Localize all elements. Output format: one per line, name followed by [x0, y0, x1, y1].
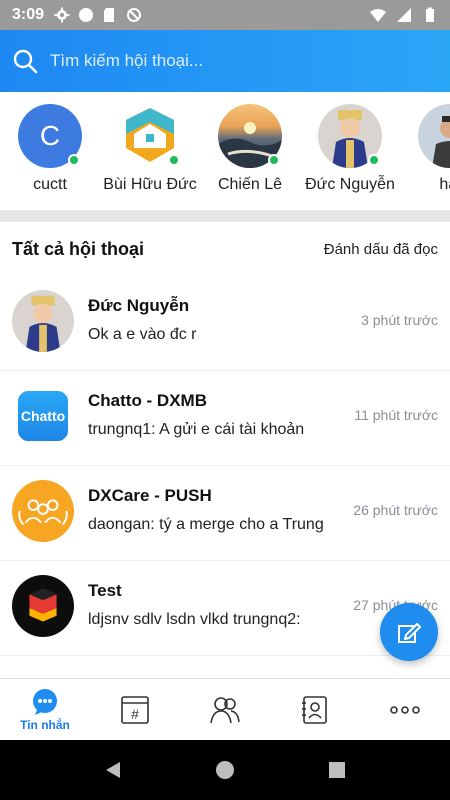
- status-bar: 3:09: [0, 0, 450, 30]
- home-icon[interactable]: [215, 760, 235, 780]
- nav-groups[interactable]: [180, 679, 270, 740]
- pencil-icon: [398, 623, 421, 643]
- group-icon: [210, 696, 240, 723]
- system-nav-bar: [0, 740, 450, 800]
- contact-bui-huu-duc[interactable]: Bùi Hữu Đức: [100, 104, 200, 194]
- conversation-item[interactable]: Đức Nguyễn Ok a e vào đc r 3 phút trước: [0, 276, 450, 371]
- svg-text:#: #: [131, 706, 139, 722]
- online-indicator: [268, 154, 280, 166]
- contact-chien-le[interactable]: Chiến Lê: [200, 104, 300, 194]
- mark-all-read-button[interactable]: Đánh dấu đã đọc: [324, 241, 438, 258]
- child-photo: [25, 295, 61, 352]
- contact-name: Chiến Lê: [217, 176, 283, 193]
- section-title: Tất cả hội thoại: [12, 238, 145, 259]
- conversation-name: DXCare - PUSH: [88, 486, 212, 505]
- chatto-logo-text: Chatto: [20, 408, 66, 424]
- conversation-list: Đức Nguyễn Ok a e vào đc r 3 phút trước …: [0, 276, 450, 656]
- status-right-icons: [370, 7, 438, 23]
- battery-icon: [426, 7, 434, 22]
- wifi-icon: [370, 9, 386, 22]
- more-icon: [390, 705, 420, 714]
- settings-icon: [54, 7, 70, 23]
- avatar: [12, 480, 74, 542]
- search-bar[interactable]: Tìm kiếm hội thoại...: [0, 30, 450, 92]
- avatar: [12, 290, 74, 352]
- conversation-last-message: daongan: tý a merge cho a Trung: [88, 516, 324, 533]
- nav-contacts[interactable]: [270, 679, 360, 740]
- avatar: [12, 575, 74, 637]
- conversation-last-message: trungnq1: A gửi e cái tài khoản: [88, 421, 305, 438]
- avatar-letter: C: [39, 120, 61, 151]
- search-icon: [13, 49, 38, 74]
- contact-name: hai: [439, 176, 450, 193]
- sdcard-icon: [104, 8, 115, 22]
- search-input[interactable]: Tìm kiếm hội thoại...: [50, 51, 203, 71]
- avatar: [218, 104, 282, 168]
- avatar: [118, 104, 182, 168]
- contact-name: cuctt: [33, 176, 67, 193]
- section-divider: [0, 210, 450, 222]
- circle-icon: [79, 8, 94, 22]
- online-indicator: [68, 154, 80, 166]
- badge-logo-icon: [29, 588, 57, 622]
- compose-button[interactable]: [380, 603, 438, 661]
- conversation-name: Chatto - DXMB: [88, 391, 207, 410]
- contact-duc-nguyen[interactable]: Đức Nguyễn: [300, 104, 400, 194]
- conversation-last-message: ldjsnv sdlv lsdn vlkd trungnq2:: [88, 611, 301, 628]
- recents-icon[interactable]: [327, 760, 347, 780]
- status-time: 3:09: [12, 6, 45, 23]
- conversation-time: 3 phút trước: [361, 312, 438, 328]
- conversation-item[interactable]: Chatto Chatto - DXMB trungnq1: A gửi e c…: [0, 371, 450, 466]
- nav-label: Tin nhắn: [20, 717, 70, 732]
- contact-hai[interactable]: hai: [400, 104, 450, 194]
- contact-cuctt[interactable]: C cuctt: [0, 104, 100, 194]
- recent-contacts-strip: C cuctt Bùi Hữu Đức Chiến Lê Đức Nguyễn …: [0, 92, 450, 210]
- person-photo: [432, 116, 450, 168]
- bottom-nav: Tin nhắn #: [0, 678, 450, 740]
- conversation-time: 26 phút trước: [353, 502, 438, 518]
- conversation-name: Đức Nguyễn: [88, 296, 190, 315]
- avatar: [318, 104, 382, 168]
- online-indicator: [368, 154, 380, 166]
- contact-name: Đức Nguyễn: [305, 176, 395, 193]
- online-indicator: [168, 154, 180, 166]
- nav-more[interactable]: [360, 679, 450, 740]
- avatar: C: [18, 104, 82, 168]
- conversation-name: Test: [88, 581, 122, 600]
- back-icon[interactable]: [103, 760, 123, 780]
- contact-name: Bùi Hữu Đức: [103, 176, 197, 193]
- avatar: [418, 104, 450, 168]
- conversation-time: 11 phút trước: [354, 407, 438, 423]
- contacts-book-icon: [302, 695, 327, 724]
- conversations-header: Tất cả hội thoại Đánh dấu đã đọc: [0, 222, 450, 276]
- people-group-icon: [18, 499, 68, 526]
- conversation-last-message: Ok a e vào đc r: [88, 326, 197, 343]
- nav-channels[interactable]: #: [90, 679, 180, 740]
- nav-messages[interactable]: Tin nhắn: [0, 679, 90, 740]
- chatto-logo-icon: Chatto: [18, 391, 68, 441]
- hashtag-channel-icon: #: [121, 695, 149, 724]
- status-left-icons: [54, 7, 142, 23]
- chat-bubble-icon: [33, 688, 57, 715]
- avatar: Chatto: [12, 385, 74, 447]
- blocked-icon: [127, 8, 142, 22]
- conversation-item[interactable]: DXCare - PUSH daongan: tý a merge cho a …: [0, 466, 450, 561]
- signal-icon: [397, 8, 411, 22]
